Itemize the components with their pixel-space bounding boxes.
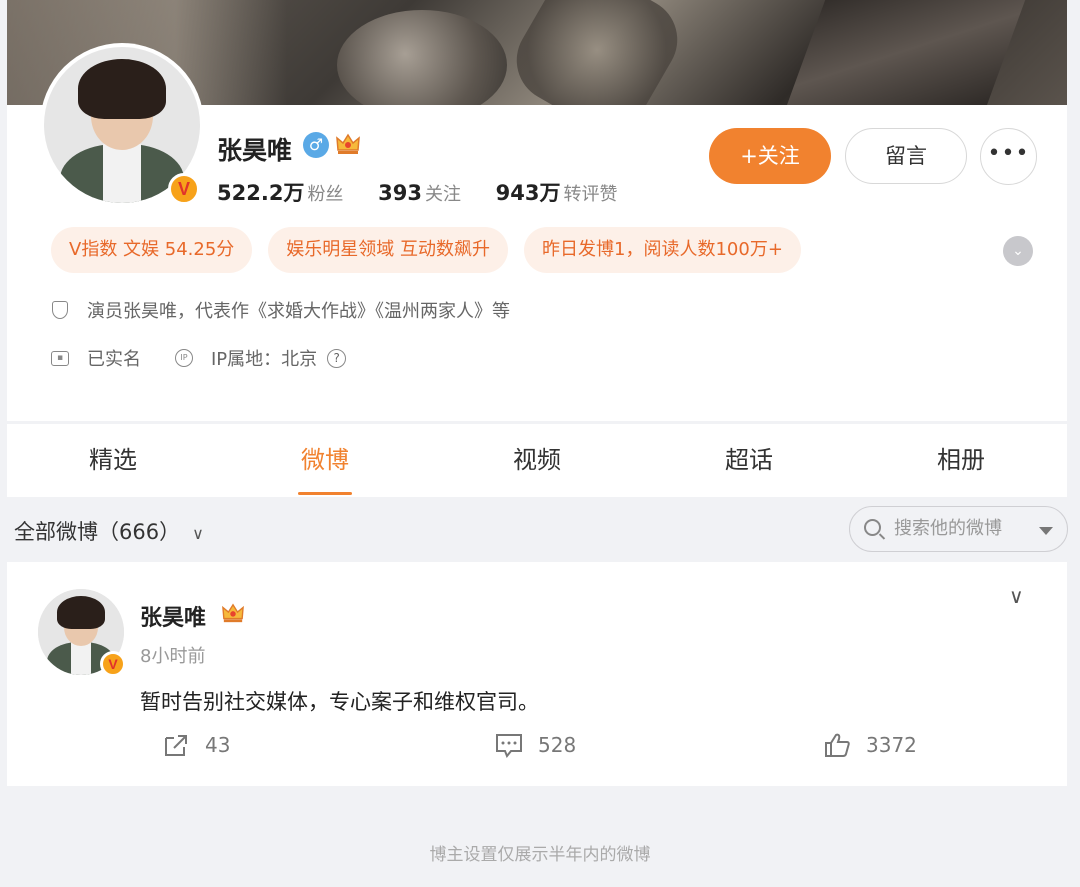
profile-card: V 张昊唯 ♂ 522.2万 粉丝 393 关注 943万 转评赞 +关注 留言 ••… bbox=[7, 43, 1067, 421]
message-button[interactable]: 留言 bbox=[845, 128, 967, 184]
engagement-label: 转评赞 bbox=[563, 184, 618, 205]
tab-super-topic[interactable]: 超话 bbox=[643, 424, 855, 497]
verified-text: 已实名 bbox=[87, 349, 141, 370]
tag-daily[interactable]: 昨日发博1，阅读人数100万+ bbox=[524, 227, 801, 273]
share-icon bbox=[165, 735, 187, 756]
thumbs-up-icon bbox=[825, 733, 850, 757]
tab-album[interactable]: 相册 bbox=[855, 424, 1067, 497]
tag-v-index[interactable]: V指数 文娱 54.25分 bbox=[51, 227, 253, 273]
expand-chevron-icon[interactable]: ⌄ bbox=[1003, 236, 1033, 266]
fans-label[interactable]: 粉丝 bbox=[307, 184, 343, 205]
post-timestamp[interactable]: 8小时前 bbox=[140, 642, 205, 668]
post-author[interactable]: 张昊唯 bbox=[140, 600, 206, 632]
filter-label: 全部微博（666） bbox=[14, 520, 181, 544]
like-count: 3372 bbox=[866, 733, 917, 757]
male-icon: ♂ bbox=[303, 132, 329, 158]
post-actions: 43 528 3372 bbox=[7, 732, 1067, 772]
repost-count: 43 bbox=[205, 733, 231, 757]
tab-featured[interactable]: 精选 bbox=[7, 424, 219, 497]
bio-row: 演员张昊唯，代表作《求婚大作战》《温州两家人》等 bbox=[51, 297, 510, 323]
tab-weibo[interactable]: 微博 bbox=[219, 424, 431, 497]
footer-note: 博主设置仅展示半年内的微博 bbox=[429, 845, 651, 865]
verified-v-icon: V bbox=[168, 173, 200, 205]
more-options-button[interactable]: ••• bbox=[980, 128, 1037, 185]
shield-icon bbox=[51, 301, 69, 319]
search-box[interactable]: 搜索他的微博 bbox=[849, 506, 1068, 552]
search-placeholder: 搜索他的微博 bbox=[894, 518, 1002, 539]
comment-count: 528 bbox=[538, 733, 577, 757]
profile-name: 张昊唯 bbox=[217, 136, 293, 165]
verification-row: ▪ 已实名 IP IP属地：北京 ? bbox=[51, 345, 347, 371]
post-card: V 张昊唯 8小时前 ∨ 暂时告别社交媒体，专心案子和维权官司。 43 528 bbox=[7, 562, 1067, 786]
id-card-icon: ▪ bbox=[51, 349, 69, 367]
profile-stats: 522.2万 粉丝 393 关注 943万 转评赞 bbox=[217, 177, 646, 207]
profile-tags: V指数 文娱 54.25分 娱乐明星领域 互动数飙升 昨日发博1，阅读人数100… bbox=[51, 227, 801, 273]
chevron-down-icon: ∨ bbox=[192, 524, 204, 543]
profile-avatar[interactable]: V bbox=[40, 43, 204, 207]
follow-button[interactable]: +关注 bbox=[709, 128, 831, 184]
fans-count[interactable]: 522.2万 bbox=[217, 181, 304, 205]
comment-button[interactable]: 528 bbox=[495, 732, 576, 758]
crown-icon[interactable] bbox=[335, 132, 361, 156]
repost-button[interactable]: 43 bbox=[162, 732, 230, 758]
dropdown-caret-icon[interactable] bbox=[1039, 527, 1053, 535]
ip-location: IP属地：北京 bbox=[211, 349, 318, 370]
help-icon[interactable]: ? bbox=[327, 348, 347, 368]
following-label[interactable]: 关注 bbox=[425, 184, 461, 205]
profile-tabs: 精选 微博 视频 超话 相册 bbox=[7, 424, 1067, 497]
post-content: 暂时告别社交媒体，专心案子和维权官司。 bbox=[140, 690, 539, 714]
ip-icon: IP bbox=[175, 349, 193, 367]
post-avatar[interactable]: V bbox=[38, 589, 126, 677]
comment-icon bbox=[496, 734, 522, 758]
post-menu-chevron-icon[interactable]: ∨ bbox=[1009, 584, 1024, 608]
engagement-count: 943万 bbox=[495, 181, 561, 205]
search-icon bbox=[864, 519, 881, 536]
following-count[interactable]: 393 bbox=[378, 181, 422, 205]
weibo-filter-dropdown[interactable]: 全部微博（666） ∨ bbox=[14, 516, 204, 546]
crown-icon[interactable] bbox=[221, 602, 245, 624]
verified-v-icon: V bbox=[100, 651, 126, 677]
like-button[interactable]: 3372 bbox=[823, 732, 917, 758]
tab-video[interactable]: 视频 bbox=[431, 424, 643, 497]
bio-text: 演员张昊唯，代表作《求婚大作战》《温州两家人》等 bbox=[87, 301, 510, 322]
tag-domain[interactable]: 娱乐明星领域 互动数飙升 bbox=[268, 227, 509, 273]
